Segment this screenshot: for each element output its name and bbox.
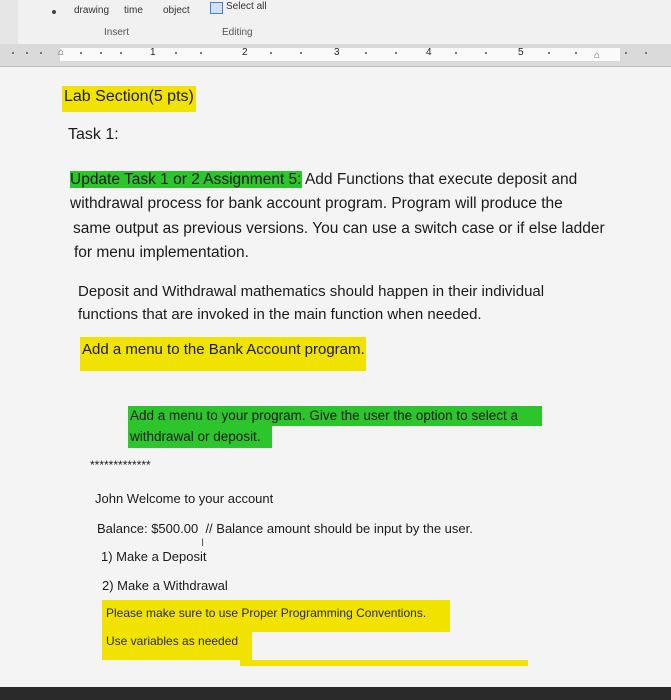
green-line1: Add a menu to your program. Give the use…: [130, 408, 518, 423]
para1-line3: same output as previous versions. You ca…: [73, 220, 605, 237]
para1-line1-text: Add Functions that execute deposit and: [301, 171, 578, 188]
ruler-number: 4: [426, 47, 432, 58]
ruler-tick: [548, 52, 550, 54]
ribbon-left-strip: [0, 0, 18, 44]
ribbon-cmd-drawing[interactable]: drawing: [74, 5, 109, 16]
task-title: Task 1:: [68, 126, 119, 143]
ruler-tick: [575, 52, 577, 54]
select-all-icon[interactable]: [210, 2, 223, 14]
para1-line1: Update Task 1 or 2 Assignment 5: Add Fun…: [70, 168, 577, 192]
ruler-tick: [80, 52, 82, 54]
balance-value: Balance: $500.00: [97, 521, 199, 536]
ruler-tick: [365, 52, 367, 54]
select-all-button[interactable]: Select all: [226, 1, 267, 12]
bottom-bezel: [0, 687, 671, 700]
ruler-tick: [40, 52, 42, 54]
screen: drawing time object Select all Insert Ed…: [0, 0, 671, 700]
green-line2: withdrawal or deposit.: [130, 429, 261, 444]
balance-comment: // Balance amount should be input by the…: [205, 521, 473, 536]
ribbon: drawing time object Select all Insert Ed…: [0, 0, 671, 44]
welcome-line: John Welcome to your account: [95, 491, 274, 506]
para1-line4: for menu implementation.: [74, 244, 249, 261]
option-withdrawal: 2) Make a Withdrawal: [102, 578, 228, 593]
note-variables: Use variables as needed: [106, 634, 239, 648]
ruler-tick: [300, 52, 302, 54]
para2-line2: functions that are invoked in the main f…: [78, 306, 482, 323]
ruler-number: 2: [242, 47, 248, 58]
ruler-tick: [270, 52, 272, 54]
text-cursor-icon: I: [201, 537, 205, 549]
ribbon-bullet: [52, 10, 56, 14]
document-page[interactable]: Lab Section(5 pts) Task 1: Update Task 1…: [0, 67, 671, 687]
ruler-tick: [395, 52, 397, 54]
ruler-number: 5: [518, 47, 524, 58]
ruler-text-area: [60, 48, 620, 61]
ruler-tick: [26, 52, 28, 54]
ruler-tick: [485, 52, 487, 54]
option-deposit: 1) Make a Deposit: [101, 549, 207, 564]
ribbon-cmd-time[interactable]: time: [124, 5, 143, 16]
ruler-number: 1: [150, 47, 156, 58]
para2-line1: Deposit and Withdrawal mathematics shoul…: [78, 283, 545, 300]
ruler-tick: [120, 52, 122, 54]
para1-line2: withdrawal process for bank account prog…: [70, 195, 563, 212]
update-task-highlight: Update Task 1 or 2 Assignment 5:: [70, 171, 302, 188]
balance-line: Balance: $500.00 // Balance amount shoul…: [97, 521, 473, 536]
ruler-tick: [455, 52, 457, 54]
ruler-tick: [645, 52, 647, 54]
menu-instruction: Add a menu to the Bank Account program.: [82, 341, 365, 358]
ribbon-group-insert: Insert: [104, 27, 130, 38]
ruler-tick: [625, 52, 627, 54]
ruler-tick: [12, 52, 14, 54]
ribbon-group-editing: Editing: [222, 27, 253, 38]
lab-section-heading: Lab Section(5 pts): [62, 86, 196, 112]
ruler-number: 3: [334, 47, 340, 58]
right-indent-marker-icon[interactable]: ⌂: [594, 50, 600, 61]
note-conventions: Please make sure to use Proper Programmi…: [106, 606, 427, 620]
ribbon-cmd-object[interactable]: object: [163, 5, 190, 16]
indent-marker-icon[interactable]: ⌂: [58, 47, 64, 58]
stars-divider: *************: [90, 458, 151, 472]
horizontal-ruler[interactable]: ⌂ 1 2 3 4 5 ⌂: [0, 44, 671, 67]
notes-highlight-3: [240, 660, 528, 666]
ruler-tick: [100, 52, 102, 54]
ruler-tick: [175, 52, 177, 54]
ruler-tick: [200, 52, 202, 54]
